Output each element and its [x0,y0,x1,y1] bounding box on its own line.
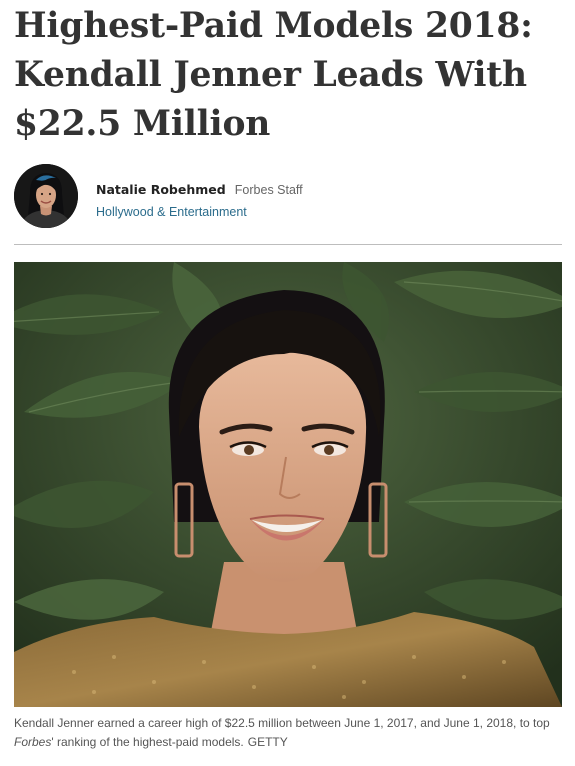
author-role: Forbes Staff [234,183,303,197]
author-avatar-image [14,164,78,228]
author-avatar[interactable] [14,164,78,228]
byline-divider [14,244,562,245]
article-hero-image [14,262,562,707]
author-meta: Natalie Robehmed Forbes Staff Hollywood … [96,179,303,220]
author-line: Natalie Robehmed Forbes Staff [96,179,303,198]
author-byline: Natalie Robehmed Forbes Staff Hollywood … [14,164,562,230]
article-page: Highest-Paid Models 2018: Kendall Jenner… [0,0,575,766]
photo-credit: GETTY [247,735,288,749]
caption-publication: Forbes [14,735,52,749]
headline-line-2: Kendall Jenner Leads With [14,55,527,95]
headline-line-1: Highest-Paid Models 2018: [14,6,533,46]
caption-text-before: Kendall Jenner earned a career high of $… [14,716,550,730]
author-name-link[interactable]: Natalie Robehmed [96,182,226,197]
caption-text-after: ' ranking of the highest-paid models. [51,735,244,749]
author-section-link[interactable]: Hollywood & Entertainment [96,205,247,219]
photo-caption: Kendall Jenner earned a career high of $… [14,714,562,752]
hero-photo [14,262,562,707]
headline-line-3: $22.5 Million [14,104,271,144]
article-headline: Highest-Paid Models 2018: Kendall Jenner… [14,2,562,149]
